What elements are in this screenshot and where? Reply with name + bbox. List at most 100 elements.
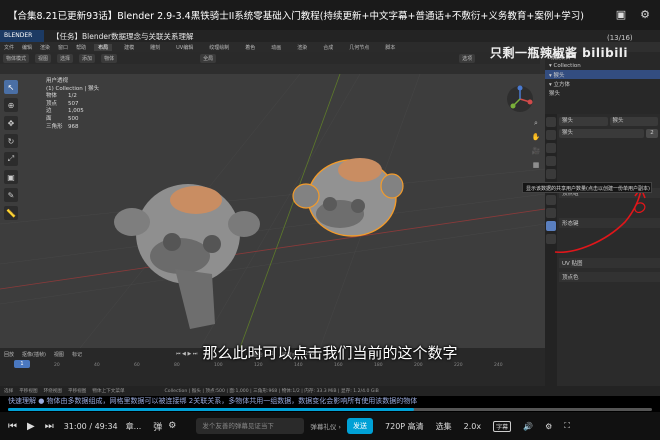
object-mesh-breadcrumb: 猴头 猴头 <box>559 116 660 126</box>
3d-viewport[interactable]: ↖ ⊕ ✥ ↻ ⤢ ▣ ✎ 📏 用户透视 (1) Collection | 猴头… <box>0 74 545 348</box>
view-mode-label: 用户透视 <box>46 78 69 84</box>
outliner-row-collection[interactable]: ▾ Collection <box>545 61 660 70</box>
tab-animation[interactable]: 动画 <box>267 44 285 51</box>
play-icon[interactable]: ▶ <box>27 421 35 432</box>
output-tab-icon[interactable] <box>546 143 556 153</box>
tab-texture[interactable]: 纹理绘制 <box>205 44 233 51</box>
outliner-row-monkey[interactable]: ▾ 猴头 <box>545 70 660 79</box>
tab-geonodes[interactable]: 几何节点 <box>345 44 373 51</box>
measure-tool-icon[interactable]: 📏 <box>4 206 18 220</box>
playback-time: 31:00 / 49:34 <box>63 421 118 431</box>
grid-view-icon[interactable]: ▦ <box>531 160 541 170</box>
render-tab-icon[interactable] <box>546 130 556 140</box>
blender-logo: BLENDER 2.9x <box>0 30 44 51</box>
menu-edit[interactable]: 编辑 <box>22 44 32 51</box>
blender-menubar: 文件 编辑 渲染 窗口 帮助 布局 建模 雕刻 UV编辑 纹理绘制 着色 动画 … <box>0 42 540 52</box>
danmaku-scroll-text: 快速理解 ● 物体由多数据组成，网格里数据可以被连接绑 2关联关系，多物体共用一… <box>8 397 418 405</box>
menu-help[interactable]: 帮助 <box>76 44 86 51</box>
viewport-stats: 用户透视 (1) Collection | 猴头 物体 1/2 顶点 507 边 1,… <box>46 78 99 131</box>
monkey-mesh-left <box>114 184 260 329</box>
stat-row-vertices: 顶点 507 <box>46 100 79 107</box>
outliner-row-cube[interactable]: ▾ 立方体 <box>545 79 660 88</box>
scene-tab-icon[interactable] <box>546 156 556 166</box>
video-progress-bar[interactable] <box>8 408 652 411</box>
red-annotation-scribble <box>554 186 646 253</box>
quality-selector[interactable]: 720P 高清 <box>385 421 424 432</box>
blender-statusbar: 选择 平移视图 环绕视图 平移视图 物体上下文菜单 Collection | 猴… <box>0 386 660 396</box>
tab-uv[interactable]: UV编辑 <box>172 44 197 51</box>
episode-select-button[interactable]: 选集 <box>436 421 452 432</box>
transform-orientation[interactable]: 全局 <box>200 53 217 63</box>
video-title-bar: 【合集8.21已更新93话】Blender 2.9-3.4黑铁骑士II系统零基础… <box>0 0 660 30</box>
scale-tool-icon[interactable]: ⤢ <box>4 152 18 166</box>
tab-layout[interactable]: 布局 <box>94 43 113 51</box>
tool-tab-icon[interactable] <box>546 117 556 127</box>
options-menu[interactable]: 选项 <box>459 53 476 63</box>
screenshot-icon[interactable]: ▣ <box>614 8 628 22</box>
menu-window[interactable]: 窗口 <box>58 44 68 51</box>
tab-compositing[interactable]: 合成 <box>319 44 337 51</box>
video-frame[interactable]: BLENDER 2.9x 【任务】Blender数据理念与关联关系理解 文件 编… <box>0 30 660 386</box>
tab-rendering[interactable]: 渲染 <box>293 44 311 51</box>
navigation-gizmo-icon[interactable] <box>505 84 535 114</box>
mode-selector[interactable]: 物体模式 <box>3 53 30 63</box>
stat-row-edges: 边 1,005 <box>46 108 84 115</box>
fullscreen-icon[interactable]: ⛶ <box>564 421 570 431</box>
danmaku-settings-icon[interactable]: ⚙ <box>168 421 176 431</box>
tab-sculpt[interactable]: 雕刻 <box>146 44 164 51</box>
menu-select[interactable]: 选择 <box>57 53 74 63</box>
tab-shading[interactable]: 着色 <box>241 44 259 51</box>
mesh-datablock-row: 猴头 2 <box>559 128 660 138</box>
settings-icon[interactable]: ⚙ <box>638 8 652 22</box>
stat-row-objects: 物体 1/2 <box>46 93 77 100</box>
video-subtitle: 那么此时可以点击我们当前的这个数字 <box>202 344 458 362</box>
annotate-tool-icon[interactable]: ✎ <box>4 188 18 202</box>
menu-add[interactable]: 添加 <box>79 53 96 63</box>
send-danmaku-button[interactable]: 发送 <box>347 418 374 434</box>
pan-hand-icon[interactable]: ✋ <box>531 132 541 142</box>
video-progress-fill <box>8 408 414 411</box>
select-tool-icon[interactable]: ↖ <box>4 80 18 94</box>
x-axis-line <box>0 208 545 290</box>
mesh-name[interactable]: 猴头 <box>609 116 658 126</box>
timeline-ruler[interactable]: 0 20 40 60 80 100 120 140 160 180 200 22… <box>0 362 545 370</box>
blender-topbar: BLENDER 2.9x 【任务】Blender数据理念与关联关系理解 <box>0 30 660 51</box>
menu-view[interactable]: 视图 <box>35 53 52 63</box>
mesh-datablock-field[interactable]: 猴头 <box>559 128 644 138</box>
tab-modeling[interactable]: 建模 <box>120 44 138 51</box>
outliner-row-cube-mesh[interactable]: 猴头 <box>545 88 660 97</box>
menu-file[interactable]: 文件 <box>4 44 14 51</box>
cursor-tool-icon[interactable]: ⊕ <box>4 98 18 112</box>
world-tab-icon[interactable] <box>546 169 556 179</box>
danmaku-etiquette-link[interactable]: 弹幕礼仪 › <box>310 421 341 431</box>
tab-scripting[interactable]: 脚本 <box>381 44 399 51</box>
next-episode-icon[interactable]: ⏭ <box>45 421 54 432</box>
user-count-tooltip: 显示该数据的共享用户数量(点击以创建一份单用户副本) <box>522 182 652 193</box>
section-vertex-colors[interactable]: 顶点色 <box>559 272 660 282</box>
camera-view-icon[interactable]: 🎥 <box>531 146 541 156</box>
rotate-tool-icon[interactable]: ↻ <box>4 134 18 148</box>
stat-row-faces: 面 500 <box>46 115 79 122</box>
chapter-button[interactable]: 章... <box>126 421 142 432</box>
user-count-button[interactable]: 2 <box>646 128 658 138</box>
object-name[interactable]: 猴头 <box>559 116 608 126</box>
speed-selector[interactable]: 2.0x <box>464 422 481 431</box>
properties-sidebar: 场景集合 ▾ Collection ▾ 猴头 ▾ 立方体 猴头 猴头 猴头 猴头… <box>545 42 660 386</box>
transform-tool-icon[interactable]: ▣ <box>4 170 18 184</box>
subtitle-toggle[interactable]: 字幕 <box>493 420 512 432</box>
tutorial-notice: 【任务】Blender数据理念与关联关系理解 <box>52 31 194 41</box>
zoom-icon[interactable]: ⌕ <box>531 118 541 128</box>
volume-icon[interactable]: 🔊 <box>523 422 533 431</box>
viewport-header: 物体模式 视图 选择 添加 物体 全局 选项 <box>0 52 540 64</box>
menu-object[interactable]: 物体 <box>101 53 118 63</box>
uploader-watermark: 只剩一瓶辣椒酱 bilibili <box>490 46 629 60</box>
video-title: 【合集8.21已更新93话】Blender 2.9-3.4黑铁骑士II系统零基础… <box>8 11 584 22</box>
tool-header <box>0 64 540 74</box>
menu-render[interactable]: 渲染 <box>40 44 50 51</box>
prev-episode-icon[interactable]: ⏮ <box>8 421 17 432</box>
danmaku-toggle-icon[interactable]: 弹 <box>153 420 162 433</box>
tool-shelf: ↖ ⊕ ✥ ↻ ⤢ ▣ ✎ 📏 <box>4 80 20 224</box>
settings-gear-icon[interactable]: ⚙ <box>545 422 552 431</box>
move-tool-icon[interactable]: ✥ <box>4 116 18 130</box>
danmaku-input[interactable]: 发个友善的弹幕见证当下 <box>196 418 305 434</box>
